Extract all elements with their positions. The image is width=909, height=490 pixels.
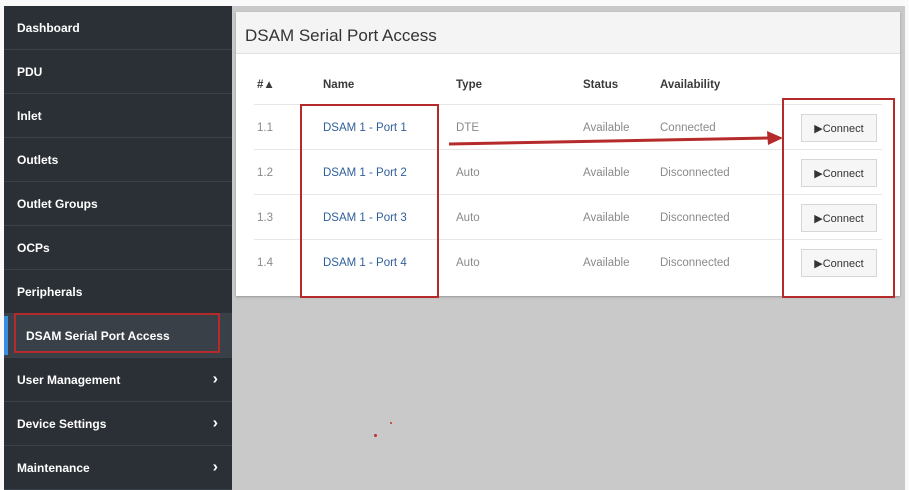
sidebar-item-label: Inlet: [17, 108, 42, 123]
port-type: Auto: [456, 167, 480, 179]
sidebar-item-label: OCPs: [17, 240, 50, 255]
sidebar-item-maintenance[interactable]: Maintenance ›: [4, 446, 232, 490]
sidebar-item-label: Dashboard: [17, 20, 80, 35]
app-window: Dashboard PDU Inlet Outlets Outlet Group…: [4, 6, 905, 490]
sidebar-item-outlets[interactable]: Outlets: [4, 138, 232, 182]
column-header-name[interactable]: Name: [323, 79, 354, 91]
sidebar-item-user-management[interactable]: User Management ›: [4, 358, 232, 402]
sidebar-item-label: Outlets: [17, 152, 59, 167]
panel-header: DSAM Serial Port Access: [236, 12, 900, 54]
sidebar-item-inlet[interactable]: Inlet: [4, 94, 232, 138]
sidebar: Dashboard PDU Inlet Outlets Outlet Group…: [4, 6, 232, 490]
column-header-type[interactable]: Type: [456, 79, 482, 91]
port-type: Auto: [456, 212, 480, 224]
row-number: 1.1: [257, 122, 273, 134]
column-header-number[interactable]: #▲: [257, 79, 275, 91]
sidebar-item-label: DSAM Serial Port Access: [26, 328, 170, 343]
port-status: Available: [583, 212, 630, 224]
row-number: 1.3: [257, 212, 273, 224]
sidebar-item-peripherals[interactable]: Peripherals: [4, 270, 232, 314]
sidebar-item-ocps[interactable]: OCPs: [4, 226, 232, 270]
chevron-right-icon: ›: [212, 414, 218, 432]
row-number: 1.2: [257, 167, 273, 179]
column-header-availability[interactable]: Availability: [660, 79, 720, 91]
port-availability: Disconnected: [660, 212, 730, 224]
chevron-right-icon: ›: [212, 458, 218, 476]
speck-mark: [390, 422, 392, 424]
row-number: 1.4: [257, 257, 273, 269]
sidebar-item-label: Maintenance: [17, 460, 90, 475]
red-arrow-icon: [449, 131, 783, 146]
sidebar-item-dsam-serial-port-access[interactable]: DSAM Serial Port Access: [4, 314, 232, 358]
sidebar-item-label: User Management: [17, 372, 121, 387]
main-content: DSAM Serial Port Access #▲ Name Type Sta…: [232, 6, 905, 490]
sidebar-item-pdu[interactable]: PDU: [4, 50, 232, 94]
port-availability: Disconnected: [660, 257, 730, 269]
sidebar-item-label: Outlet Groups: [17, 196, 98, 211]
sidebar-item-outlet-groups[interactable]: Outlet Groups: [4, 182, 232, 226]
port-status: Available: [583, 167, 630, 179]
highlight-box-connect-buttons: [782, 98, 895, 298]
speck-mark: [374, 434, 377, 437]
sidebar-item-dashboard[interactable]: Dashboard: [4, 6, 232, 50]
port-type: Auto: [456, 257, 480, 269]
page-title: DSAM Serial Port Access: [245, 26, 437, 45]
sidebar-item-device-settings[interactable]: Device Settings ›: [4, 402, 232, 446]
sidebar-item-label: Peripherals: [17, 284, 83, 299]
highlight-box-port-names: [300, 104, 439, 298]
sidebar-item-label: Device Settings: [17, 416, 107, 431]
chevron-right-icon: ›: [212, 370, 218, 388]
port-status: Available: [583, 257, 630, 269]
serial-port-panel: DSAM Serial Port Access #▲ Name Type Sta…: [236, 12, 900, 298]
active-indicator: [4, 316, 8, 355]
port-availability: Disconnected: [660, 167, 730, 179]
column-header-status[interactable]: Status: [583, 79, 618, 91]
sidebar-item-label: PDU: [17, 64, 43, 79]
